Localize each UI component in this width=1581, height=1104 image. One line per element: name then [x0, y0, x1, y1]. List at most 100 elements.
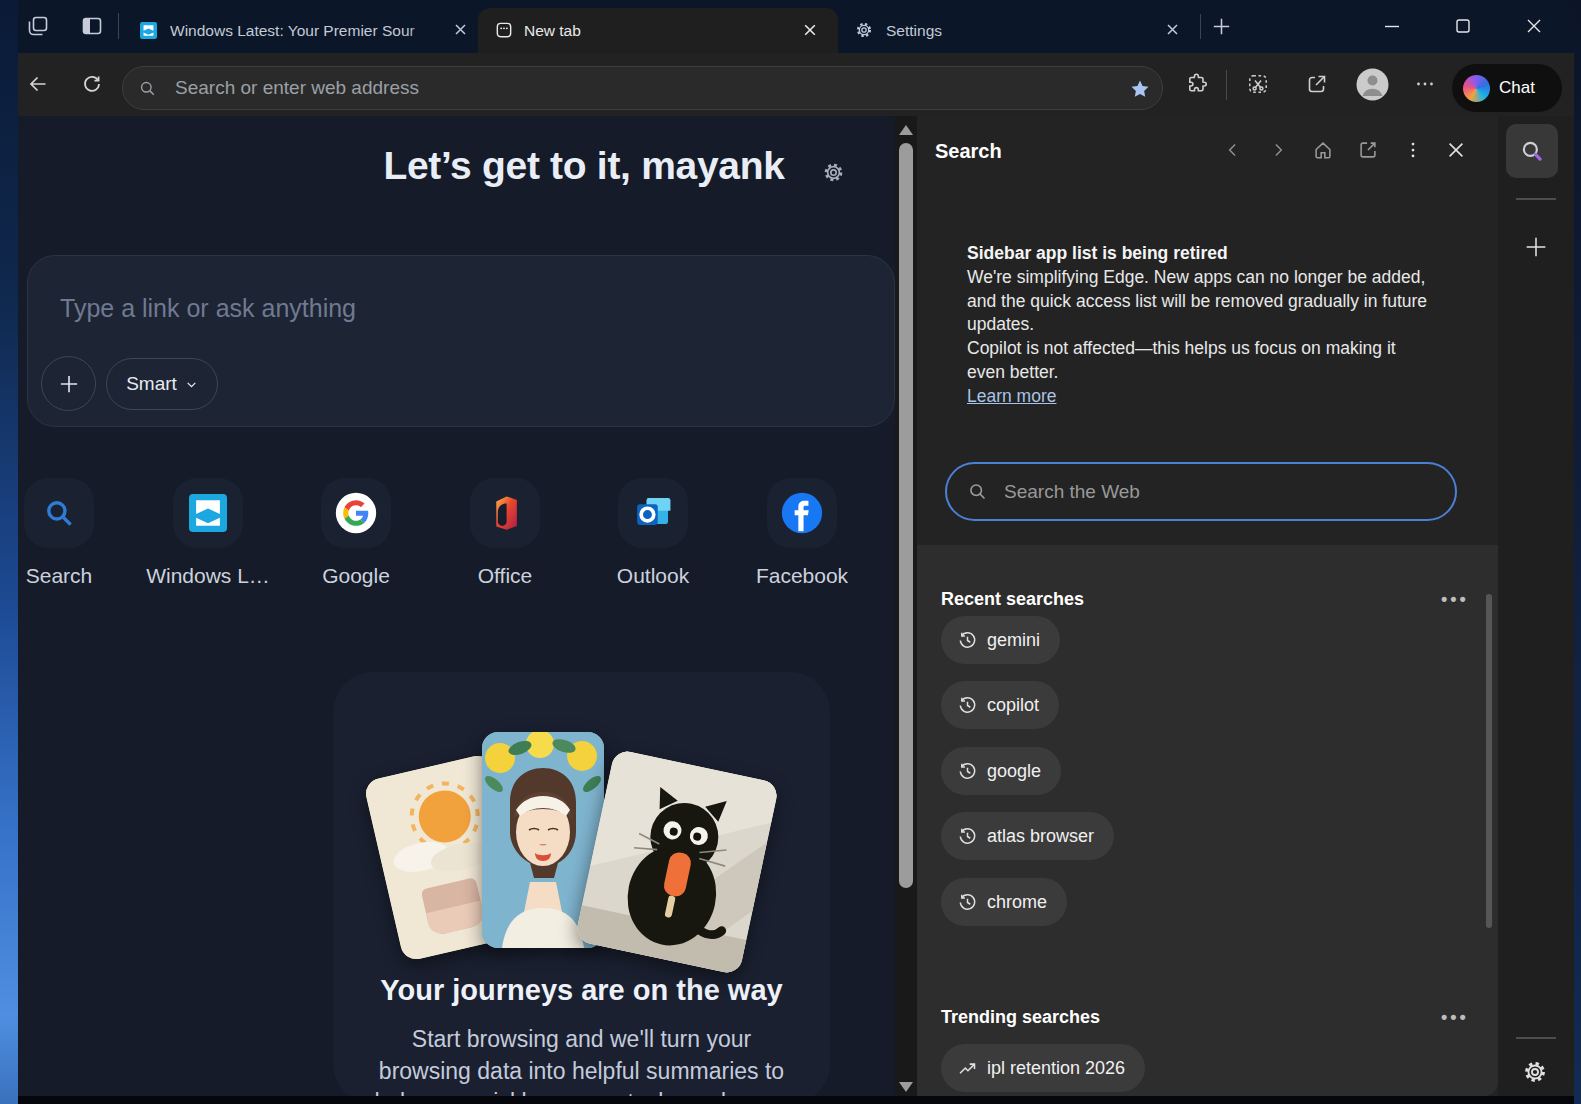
retirement-notice: Sidebar app list is being retired We're …	[967, 242, 1452, 409]
recent-search-pill[interactable]: copilot	[941, 681, 1059, 729]
history-icon	[957, 630, 978, 651]
browser-window: Windows Latest: Your Premier Sour New ta…	[18, 0, 1574, 1104]
panel-home-icon[interactable]	[1312, 139, 1334, 161]
search-icon	[138, 79, 157, 98]
windows-latest-tile-icon	[173, 478, 243, 548]
favorites-star-icon[interactable]	[1129, 78, 1151, 100]
quick-link-google[interactable]: Google	[291, 478, 421, 588]
copilot-icon	[1463, 75, 1490, 102]
trending-search-pill[interactable]: ipl retention 2026	[941, 1044, 1145, 1092]
web-search-placeholder: Search the Web	[1004, 481, 1140, 503]
rail-search-button[interactable]	[1506, 124, 1558, 178]
search-suggestions-section: Recent searches ••• gemini copilot googl…	[917, 545, 1498, 1096]
extensions-icon[interactable]	[1185, 72, 1209, 96]
search-tile-icon	[24, 478, 94, 548]
trending-searches-title: Trending searches	[941, 1007, 1100, 1028]
browser-toolbar: Search or enter web address	[18, 53, 1574, 116]
scroll-up-arrow[interactable]	[899, 125, 913, 135]
panel-open-in-new-icon[interactable]	[1357, 139, 1379, 161]
profile-avatar[interactable]	[1356, 68, 1389, 101]
scroll-down-arrow[interactable]	[899, 1082, 913, 1092]
tab-title: Windows Latest: Your Premier Sour	[170, 22, 415, 40]
recent-search-pill[interactable]: google	[941, 747, 1061, 795]
close-window-button[interactable]	[1522, 14, 1546, 38]
quick-link-windows-latest[interactable]: Windows L…	[143, 478, 273, 588]
panel-more-icon[interactable]	[1402, 139, 1424, 161]
copilot-chat-button[interactable]: Chat	[1452, 64, 1562, 112]
settings-tab-gear-icon	[854, 20, 874, 40]
new-tab-button[interactable]	[1210, 15, 1233, 38]
quick-link-outlook[interactable]: Outlook	[588, 478, 718, 588]
search-sidebar-panel: Search Sidebar app list is being retired	[917, 116, 1498, 1104]
trending-searches-menu-icon[interactable]: •••	[1441, 1007, 1469, 1028]
tab-close-icon[interactable]	[802, 22, 818, 38]
tab-title: New tab	[524, 22, 581, 40]
quick-link-facebook[interactable]: Facebook	[737, 478, 867, 588]
tabbar-divider	[118, 13, 119, 39]
tab-title-fade	[406, 8, 446, 53]
screenshot-icon[interactable]	[1246, 72, 1270, 96]
panel-forward-icon[interactable]	[1268, 140, 1288, 160]
recent-search-pill[interactable]: atlas browser	[941, 812, 1114, 860]
panel-back-icon[interactable]	[1223, 140, 1243, 160]
google-tile-icon	[321, 478, 391, 548]
tab-settings[interactable]: Settings	[845, 8, 1190, 53]
share-icon[interactable]	[1305, 72, 1329, 96]
maximize-button[interactable]	[1451, 14, 1475, 38]
smart-mode-dropdown[interactable]: Smart	[106, 358, 218, 410]
tab-title: Settings	[886, 22, 942, 40]
scrollbar-thumb[interactable]	[899, 143, 913, 888]
sidebar-rail	[1498, 116, 1574, 1104]
web-search-input[interactable]: Search the Web	[945, 462, 1457, 521]
recent-searches-title: Recent searches	[941, 589, 1084, 610]
quick-link-search[interactable]: Search	[18, 478, 124, 588]
rail-add-button[interactable]	[1522, 233, 1550, 261]
panel-scrollbar-thumb[interactable]	[1486, 594, 1492, 928]
back-button[interactable]	[26, 72, 50, 96]
recent-searches-menu-icon[interactable]: •••	[1441, 589, 1469, 610]
page-scrollbar[interactable]	[895, 116, 917, 1104]
tab-windows-latest[interactable]: Windows Latest: Your Premier Sour	[125, 8, 472, 53]
quick-link-office[interactable]: Office	[440, 478, 570, 588]
outlook-tile-icon	[618, 478, 688, 548]
journey-image-cat	[574, 749, 779, 976]
chat-label: Chat	[1499, 78, 1535, 98]
tab-new-tab[interactable]: New tab	[478, 8, 838, 53]
new-tab-favicon	[494, 20, 514, 40]
new-tab-search-box[interactable]: Type a link or ask anything Smart	[27, 255, 895, 427]
recent-search-pill[interactable]: chrome	[941, 878, 1067, 926]
rail-divider	[1516, 198, 1556, 200]
new-tab-page: Let’s get to it, mayank Type a link or a…	[18, 116, 895, 1104]
office-tile-icon	[470, 478, 540, 548]
notice-title: Sidebar app list is being retired	[967, 242, 1452, 266]
journeys-title: Your journeys are on the way	[333, 974, 830, 1007]
refresh-button[interactable]	[80, 72, 104, 96]
facebook-tile-icon	[767, 478, 837, 548]
page-settings-gear-icon[interactable]	[821, 160, 846, 185]
panel-close-icon[interactable]	[1445, 139, 1467, 161]
tab-close-icon[interactable]	[453, 22, 468, 37]
history-icon	[957, 892, 978, 913]
tab-bar: Windows Latest: Your Premier Sour New ta…	[18, 0, 1574, 53]
more-menu-icon[interactable]	[1413, 72, 1437, 96]
minimize-button[interactable]	[1380, 14, 1404, 38]
history-icon	[957, 695, 978, 716]
tab-actions-icon[interactable]	[80, 14, 104, 38]
history-icon	[957, 826, 978, 847]
workspaces-icon[interactable]	[26, 14, 50, 38]
recent-search-pill[interactable]: gemini	[941, 616, 1060, 664]
chevron-down-icon	[185, 378, 198, 391]
learn-more-link[interactable]: Learn more	[967, 386, 1057, 406]
address-bar[interactable]: Search or enter web address	[122, 66, 1163, 110]
add-attachment-button[interactable]	[41, 356, 96, 411]
panel-title: Search	[935, 140, 1002, 163]
greeting-heading: Let’s get to it, mayank	[184, 144, 895, 188]
tabbar-divider2	[1200, 14, 1201, 39]
desktop-wallpaper-left	[0, 0, 18, 1104]
tab-close-icon[interactable]	[1165, 22, 1180, 37]
desktop-wallpaper-right	[1574, 0, 1581, 1104]
smart-label: Smart	[126, 373, 177, 395]
rail-settings-gear-icon[interactable]	[1521, 1058, 1549, 1086]
search-icon	[1519, 138, 1545, 164]
history-icon	[957, 761, 978, 782]
